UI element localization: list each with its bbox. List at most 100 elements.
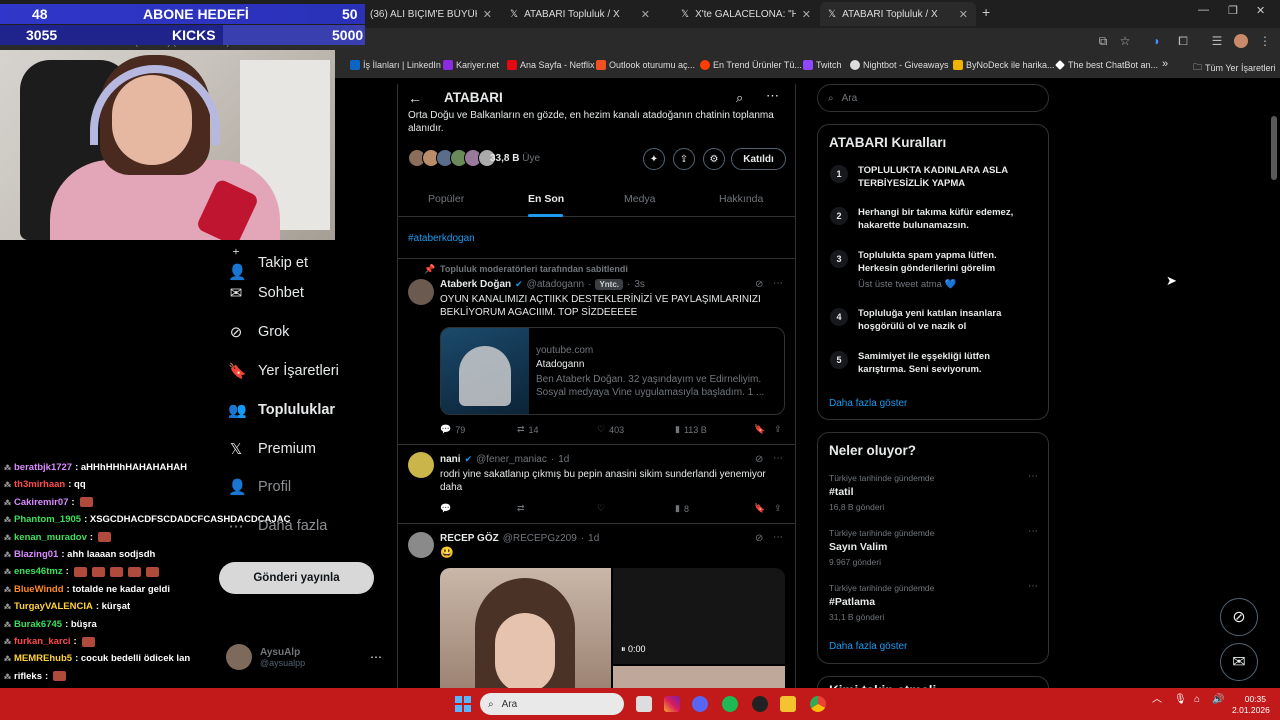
bookmark-outlook[interactable]: Outlook oturumu aç... xyxy=(596,60,695,70)
chat-username[interactable]: Phantom_1905 xyxy=(14,514,81,525)
nav-item-communities[interactable]: 👥 Topluluklar xyxy=(228,401,335,419)
tweet-handle[interactable]: @RECEPGz209 xyxy=(503,533,577,544)
bookmark-all[interactable]: 🗀 Tüm Yer İşaretleri xyxy=(1193,60,1276,76)
bookmark-kariyer[interactable]: Kariyer.net xyxy=(443,60,499,70)
tweet-time[interactable]: 1d xyxy=(558,454,569,465)
sparkle-icon[interactable]: ✦ xyxy=(643,148,665,170)
windows-start-icon[interactable] xyxy=(455,696,471,712)
search-input[interactable]: ⌕ Ara xyxy=(817,84,1049,112)
chat-username[interactable]: TurgayVALENCIA xyxy=(14,601,93,612)
bookmark-netflix[interactable]: Ana Sayfa - Netflix xyxy=(507,60,595,70)
bookmarks-overflow[interactable]: » xyxy=(1162,58,1168,70)
member-count[interactable]: 33,8 B Üye xyxy=(490,153,540,164)
share-button[interactable]: ⇪ xyxy=(774,424,782,435)
share-button[interactable]: ⇪ xyxy=(774,503,782,514)
puzzle-icon[interactable]: ⧠ xyxy=(1176,34,1190,48)
profile-avatar-icon[interactable] xyxy=(1234,34,1248,48)
tweet-time[interactable]: 3s xyxy=(634,279,645,290)
chat-username[interactable]: MEMREhub5 xyxy=(14,653,72,664)
nav-item-person-add[interactable]: ⁺👤 Takip et xyxy=(228,245,308,281)
nav-item-mail[interactable]: ✉ Sohbet xyxy=(228,284,304,302)
task-view-icon[interactable] xyxy=(636,696,652,712)
trend-name[interactable]: #tatil xyxy=(829,486,854,498)
more-icon[interactable]: ⋯ xyxy=(773,532,783,543)
chrome-icon[interactable] xyxy=(810,696,826,712)
tweet-author[interactable]: Ataberk Doğan xyxy=(440,279,511,290)
back-arrow-icon[interactable]: ← xyxy=(408,90,422,106)
clock[interactable]: 00:35 2.01.2026 xyxy=(1232,694,1270,716)
spotify-icon[interactable] xyxy=(722,696,738,712)
cast-icon[interactable]: ⧉ xyxy=(1096,34,1110,48)
account-switcher[interactable]: AysuAlp @aysualpp xyxy=(226,644,305,670)
repost-button[interactable]: ⇄ xyxy=(517,503,525,514)
trend-name[interactable]: #Patlama xyxy=(829,596,875,608)
chat-username[interactable]: kenan_muradov xyxy=(14,532,87,543)
tweet-author[interactable]: RECEP GÖZ xyxy=(440,533,499,544)
chat-username[interactable]: furkan_karci xyxy=(14,636,71,647)
views-button[interactable]: ▮ 113 B xyxy=(675,424,707,435)
nav-item-profile[interactable]: 👤 Profil xyxy=(228,478,291,496)
tab-latest[interactable]: En Son xyxy=(528,193,564,205)
maximize-icon[interactable]: ❐ xyxy=(1228,4,1238,17)
community-hashtag[interactable]: #ataberkdogan xyxy=(408,233,475,244)
network-icon[interactable]: ⌂ xyxy=(1194,694,1200,705)
media-photo[interactable] xyxy=(613,666,785,688)
trend-name[interactable]: Sayın Valim xyxy=(829,541,887,553)
account-more-icon[interactable]: ⋯ xyxy=(370,650,382,664)
tab-about[interactable]: Hakkında xyxy=(719,193,763,205)
bookmark-trend[interactable]: En Trend Ürünler Tü... xyxy=(700,60,802,70)
window-close-icon[interactable]: ✕ xyxy=(1256,4,1265,17)
like-button[interactable]: ♡ xyxy=(597,503,605,514)
extension-icon[interactable]: ◗ xyxy=(1150,34,1164,48)
chat-username[interactable]: Cakiremir07 xyxy=(14,497,68,508)
link-card[interactable]: youtube.com Atadogann Ben Ataberk Doğan.… xyxy=(440,327,785,415)
file-explorer-icon[interactable] xyxy=(780,696,796,712)
reply-button[interactable]: 💬 79 xyxy=(440,424,465,435)
more-icon[interactable]: ⋯ xyxy=(1028,581,1038,592)
media-video[interactable]: ⏸ 0:00 xyxy=(613,568,785,664)
grok-icon[interactable]: ⊘ xyxy=(755,533,763,544)
share-icon[interactable]: ⇪ xyxy=(673,148,695,170)
browser-tab-4[interactable]: 𝕏 ATABARI Topluluk / X ✕ xyxy=(820,2,976,26)
nav-item-x-logo[interactable]: 𝕏 Premium xyxy=(228,440,316,458)
chat-username[interactable]: th3mirhaan xyxy=(14,479,65,490)
more-icon[interactable]: ⋯ xyxy=(766,88,779,104)
tweet-handle[interactable]: @fener_maniac xyxy=(476,454,547,465)
chat-username[interactable]: Blazing01 xyxy=(14,549,58,560)
nav-item-grok[interactable]: ⊘ Grok xyxy=(228,323,290,341)
new-tab-button[interactable]: + xyxy=(982,4,990,20)
nav-item-more-circle[interactable]: ⋯ Daha fazla xyxy=(228,517,328,535)
close-icon[interactable]: ✕ xyxy=(802,8,811,21)
more-icon[interactable]: ⋯ xyxy=(773,278,783,289)
bookmark-chatbot[interactable]: The best ChatBot an... xyxy=(1055,60,1158,70)
more-icon[interactable]: ⋯ xyxy=(1028,471,1038,482)
star-icon[interactable]: ☆ xyxy=(1118,34,1132,48)
grok-fab-icon[interactable]: ⊘ xyxy=(1220,598,1258,636)
reply-button[interactable]: 💬 xyxy=(440,503,451,514)
more-icon[interactable]: ⋯ xyxy=(773,453,783,464)
avatar[interactable] xyxy=(408,279,434,305)
tweet-media[interactable]: ⏸ 0:00 xyxy=(440,568,785,688)
steam-icon[interactable] xyxy=(752,696,768,712)
close-icon[interactable]: ✕ xyxy=(483,8,492,21)
tweet-handle[interactable]: @atadogann xyxy=(527,279,584,290)
repost-button[interactable]: ⇄ 14 xyxy=(517,424,539,435)
bookmark-linkedin[interactable]: İş İlanları | LinkedIn xyxy=(350,60,441,70)
scrollbar[interactable] xyxy=(1271,116,1277,180)
like-button[interactable]: ♡ 403 xyxy=(597,424,624,435)
minimize-icon[interactable]: — xyxy=(1198,4,1209,16)
search-icon[interactable]: ⌕ xyxy=(736,90,743,106)
bookmark-nightbot[interactable]: Nightbot - Giveaways xyxy=(850,60,949,70)
more-icon[interactable]: ⋯ xyxy=(1028,526,1038,537)
browser-tab-1[interactable]: (36) ALİ BİÇİM'E BÜYÜK ŞAKA ✕ xyxy=(362,2,500,26)
reading-list-icon[interactable]: ☰ xyxy=(1210,34,1224,48)
views-button[interactable]: ▮ 8 xyxy=(675,503,689,514)
bookmark-twitch[interactable]: Twitch xyxy=(803,60,842,70)
instagram-icon[interactable] xyxy=(664,696,680,712)
grok-icon[interactable]: ⊘ xyxy=(755,279,763,290)
settings-gear-icon[interactable]: ⚙ xyxy=(703,148,725,170)
post-button[interactable]: Gönderi yayınla xyxy=(219,562,374,594)
tweet-time[interactable]: 1d xyxy=(588,533,599,544)
messages-fab-icon[interactable]: ✉ xyxy=(1220,643,1258,681)
volume-icon[interactable]: 🔊 xyxy=(1212,694,1224,705)
